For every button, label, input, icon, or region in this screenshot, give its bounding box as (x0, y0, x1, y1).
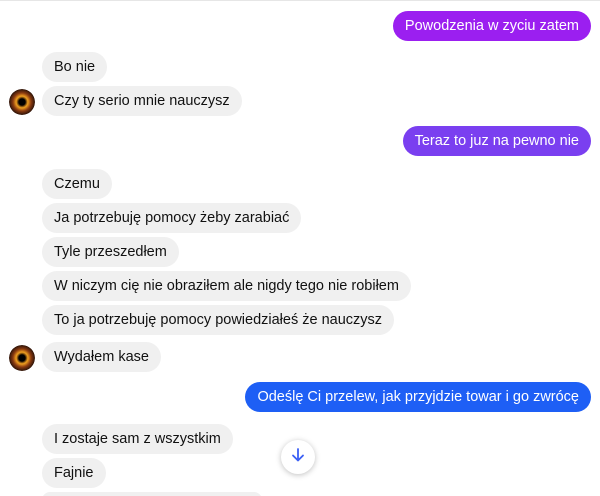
message-incoming[interactable]: Fajnie (42, 458, 106, 488)
header-divider (0, 0, 600, 1)
message-outgoing[interactable]: Teraz to juz na pewno nie (402, 126, 591, 156)
message-incoming[interactable]: To ja potrzebuję pomocy powiedziałeś że … (42, 305, 395, 335)
chat-conversation: Powodzenia w zyciu zatem Bo nie Czy ty s… (0, 0, 600, 496)
message-incoming[interactable]: Czy ty serio mnie nauczysz (42, 86, 242, 116)
message-incoming[interactable]: W niczym cię nie obraziłem ale nigdy teg… (42, 271, 411, 301)
contact-avatar-icon[interactable] (9, 89, 35, 115)
contact-avatar-icon[interactable] (9, 345, 35, 371)
message-incoming[interactable]: Ja potrzebuję pomocy żeby zarabiać (42, 203, 302, 233)
message-incoming[interactable]: Bo nie (42, 52, 108, 82)
scroll-to-bottom-button[interactable] (281, 440, 315, 474)
message-incoming[interactable]: I zostaje sam z wszystkim (42, 424, 233, 454)
message-incoming[interactable]: Czemu (42, 169, 112, 199)
message-outgoing[interactable]: Odeślę Ci przelew, jak przyjdzie towar i… (245, 382, 591, 412)
message-incoming-partial[interactable] (42, 492, 262, 496)
message-incoming[interactable]: Tyle przeszedłem (42, 237, 179, 267)
arrow-down-icon (290, 447, 306, 468)
message-incoming[interactable]: Wydałem kase (42, 342, 161, 372)
message-outgoing[interactable]: Powodzenia w zyciu zatem (392, 11, 591, 41)
